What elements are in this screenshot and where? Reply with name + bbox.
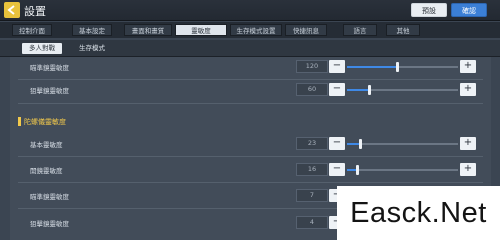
default-button[interactable]: 預設 (411, 3, 447, 17)
row-label: 瞄準鏡靈敏度 (30, 193, 69, 201)
value-field[interactable]: 60 (296, 83, 328, 96)
slider-thumb[interactable] (396, 62, 399, 72)
mode-subtabs: 多人對戰 生存模式 (0, 40, 500, 57)
decrease-button[interactable]: − (329, 60, 345, 73)
sensitivity-row: 開鏡靈敏度 16 − + (10, 161, 491, 181)
row-label: 開鏡靈敏度 (30, 167, 63, 175)
increase-button[interactable]: + (460, 163, 476, 176)
divider (18, 182, 483, 183)
sensitivity-row: 瞄準鏡靈敏度 120 − + (10, 58, 491, 78)
decrease-button[interactable]: − (329, 83, 345, 96)
slider-track[interactable] (347, 165, 458, 175)
value-field[interactable]: 7 (296, 189, 328, 202)
section-marker (18, 117, 21, 126)
site-watermark: Easck.Net (337, 186, 500, 240)
tab-control-ui[interactable]: 控制介面 (12, 24, 52, 36)
settings-tabs: 控制介面 基本設定 畫面和畫質 靈敏度 生存模式設置 快捷訊息 語言 其他 (0, 22, 500, 38)
sensitivity-row: 基本靈敏度 23 − + (10, 135, 491, 155)
decrease-button[interactable]: − (329, 163, 345, 176)
subtab-survival[interactable]: 生存模式 (73, 43, 111, 54)
slider-track[interactable] (347, 62, 458, 72)
row-label: 基本靈敏度 (30, 141, 63, 149)
tab-survival-settings[interactable]: 生存模式設置 (230, 24, 282, 36)
arrow-left-icon (7, 5, 15, 15)
row-label: 狙擊鏡靈敏度 (30, 220, 69, 228)
page-title: 設置 (24, 5, 46, 18)
top-bar: 設置 預設 確認 (0, 0, 500, 21)
tab-sensitivity[interactable]: 靈敏度 (175, 24, 227, 36)
slider-thumb[interactable] (359, 139, 362, 149)
row-label: 狙擊鏡靈敏度 (30, 87, 69, 95)
slider-thumb[interactable] (368, 85, 371, 95)
tab-basic-settings[interactable]: 基本設定 (72, 24, 112, 36)
slider-track[interactable] (347, 85, 458, 95)
section-title: 陀螺儀靈敏度 (24, 118, 66, 126)
slider-fill (347, 89, 369, 91)
increase-button[interactable]: + (460, 60, 476, 73)
divider (18, 156, 483, 157)
tab-other[interactable]: 其他 (386, 24, 420, 36)
increase-button[interactable]: + (460, 137, 476, 150)
subtab-multiplayer[interactable]: 多人對戰 (22, 43, 62, 54)
confirm-button[interactable]: 確認 (451, 3, 487, 17)
tab-language[interactable]: 語言 (343, 24, 377, 36)
value-field[interactable]: 120 (296, 60, 328, 73)
value-field[interactable]: 16 (296, 163, 328, 176)
divider (18, 79, 483, 80)
increase-button[interactable]: + (460, 83, 476, 96)
slider-fill (347, 66, 397, 68)
value-field[interactable]: 4 (296, 216, 328, 229)
tab-graphics[interactable]: 畫面和畫質 (124, 24, 172, 36)
value-field[interactable]: 23 (296, 137, 328, 150)
divider (18, 103, 483, 104)
decrease-button[interactable]: − (329, 137, 345, 150)
back-button[interactable] (4, 2, 20, 18)
sensitivity-row: 狙擊鏡靈敏度 60 − + (10, 81, 491, 101)
tab-quick-messages[interactable]: 快捷訊息 (285, 24, 327, 36)
row-label: 瞄準鏡靈敏度 (30, 64, 69, 72)
slider-thumb[interactable] (356, 165, 359, 175)
slider-track[interactable] (347, 139, 458, 149)
